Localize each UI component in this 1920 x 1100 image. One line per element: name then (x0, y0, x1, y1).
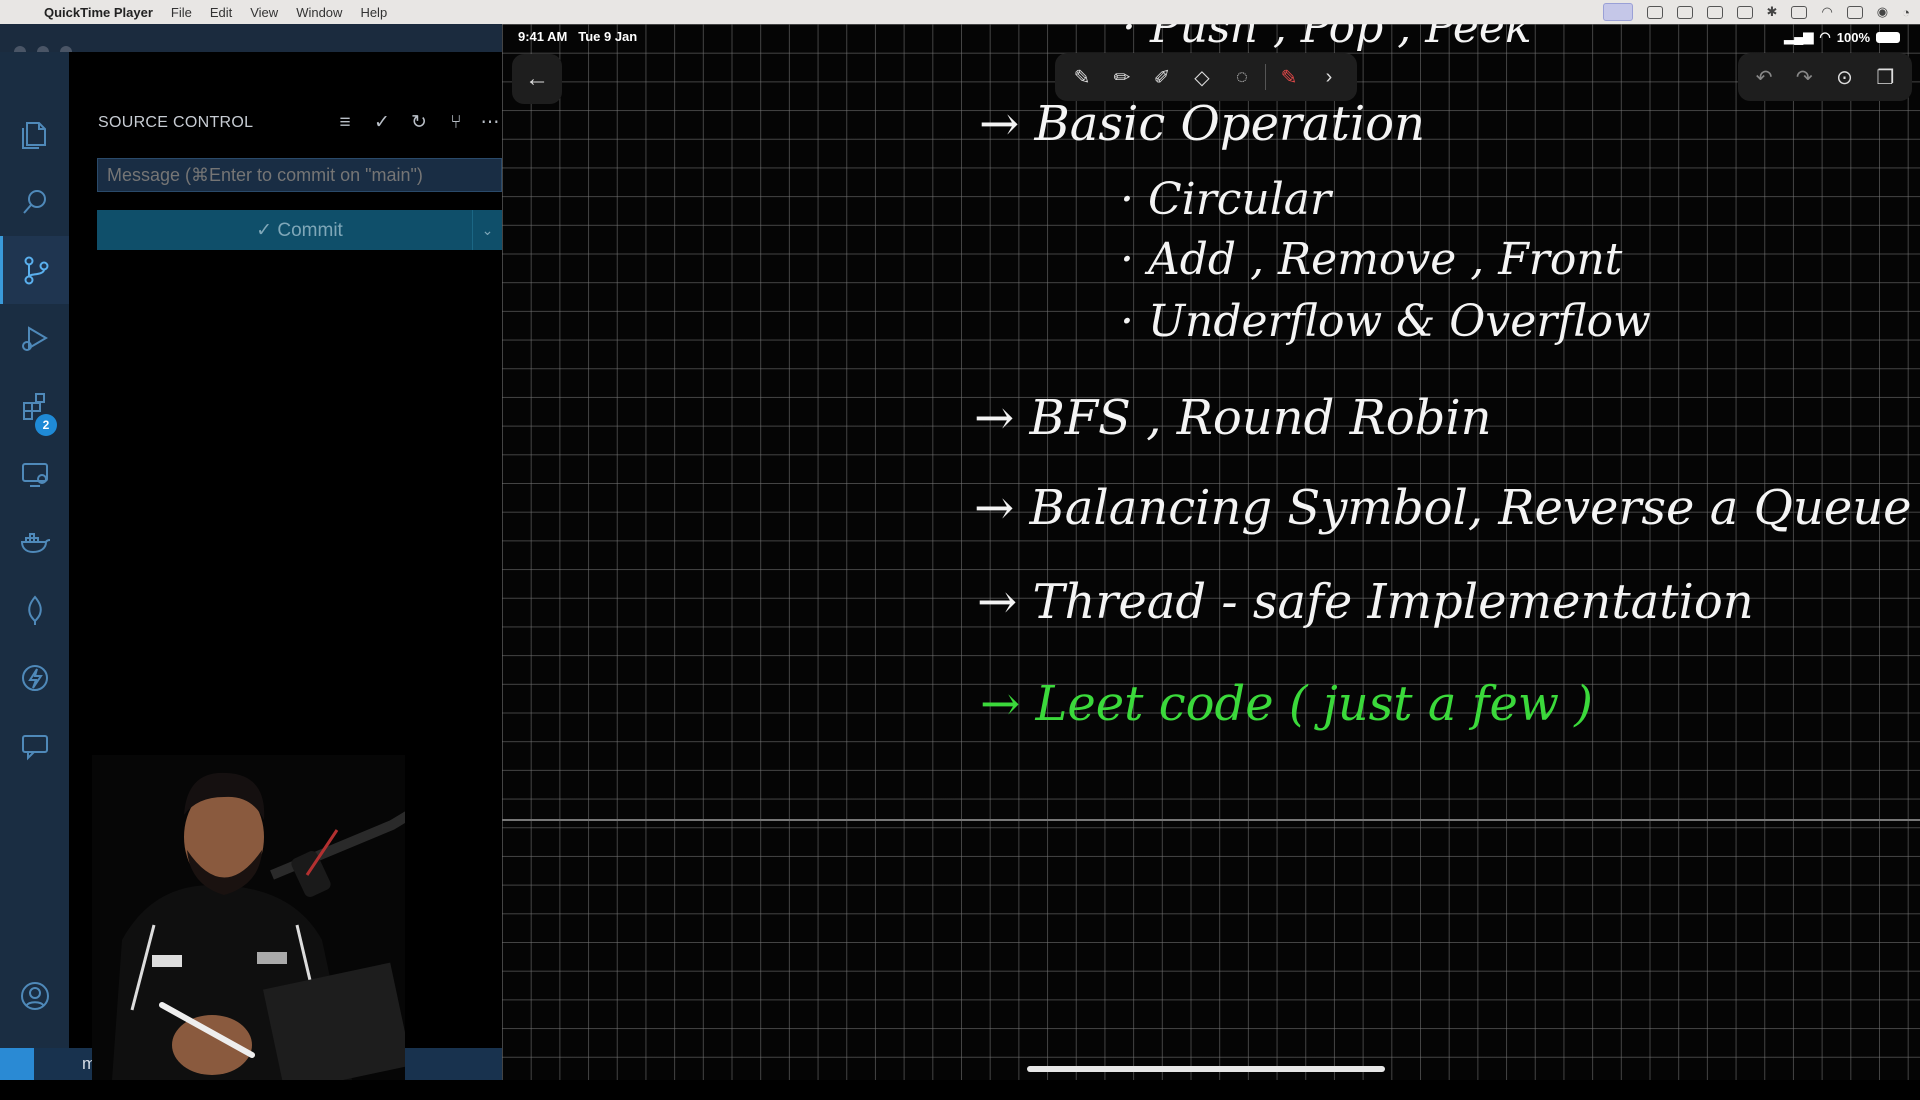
source-control-title: SOURCE CONTROL (98, 114, 254, 131)
graph-icon[interactable]: ⑂ (443, 110, 469, 136)
pen-icon[interactable]: ✎ (1065, 60, 1099, 94)
remote-indicator-icon[interactable] (0, 1048, 34, 1080)
run-debug-icon[interactable] (0, 304, 69, 372)
back-arrow-icon: ← (525, 65, 549, 92)
comments-icon[interactable] (0, 712, 69, 780)
back-button[interactable]: ← (512, 54, 562, 104)
ipad-time: 9:41 AM (518, 29, 568, 44)
laser-pointer-icon[interactable]: ✎ (1272, 60, 1306, 94)
commit-button-label: ✓ Commit (256, 219, 343, 241)
wifi-icon[interactable]: ◠ (1821, 4, 1832, 20)
remote-explorer-icon[interactable] (0, 440, 69, 508)
account-icon[interactable] (0, 962, 69, 1030)
toolbar-divider (1265, 64, 1266, 90)
commit-check-icon[interactable]: ✓ (369, 110, 395, 136)
note-line: · Push , Pop , Peek (1122, 24, 1532, 53)
pages-icon[interactable]: ❐ (1876, 65, 1894, 90)
more-options-icon[interactable]: ⊙ (1836, 65, 1853, 90)
app-menu-name[interactable]: QuickTime Player (44, 5, 153, 20)
redo-icon[interactable]: ↷ (1796, 65, 1813, 90)
battery-icon (1876, 31, 1900, 43)
note-line: · Add , Remove , Front (1120, 234, 1623, 285)
siri-icon[interactable]: ◉ (1877, 4, 1888, 20)
bluetooth-icon[interactable]: ✱ (1767, 4, 1778, 20)
docker-icon[interactable] (0, 508, 69, 576)
mongodb-icon[interactable] (0, 576, 69, 644)
menu-window[interactable]: Window (296, 5, 342, 20)
presenter-image (92, 755, 405, 1080)
refresh-icon[interactable]: ↻ (406, 110, 432, 136)
note-line: → BFS , Round Robin (974, 390, 1492, 446)
home-indicator[interactable] (1027, 1066, 1385, 1072)
note-line: · Underflow & Overflow (1120, 296, 1651, 347)
commit-message-input[interactable] (97, 158, 502, 192)
note-line: · Circular (1120, 174, 1332, 225)
battery-percent: 100% (1836, 29, 1870, 45)
undo-icon[interactable]: ↶ (1756, 65, 1773, 90)
lasso-icon[interactable]: ◌ (1225, 60, 1259, 94)
view-as-tree-icon[interactable]: ≡ (332, 110, 358, 136)
menu-edit[interactable]: Edit (210, 5, 232, 20)
note-line: → Balancing Symbol, Reverse a Queue (974, 480, 1912, 536)
menu-help[interactable]: Help (360, 5, 387, 20)
menu-bar-status-area: ✱ ◠ ◉ ◔ (1602, 0, 1910, 24)
eraser-icon[interactable]: ◇ (1185, 60, 1219, 94)
commit-dropdown-chevron-icon[interactable]: ⌄ (472, 210, 502, 250)
document-toolbar: ↶ ↷ ⊙ ❐ (1738, 53, 1912, 101)
extensions-icon[interactable] (0, 372, 69, 440)
source-control-icon[interactable] (0, 236, 69, 304)
vscode-titlebar (0, 24, 502, 52)
thunder-client-icon[interactable] (0, 644, 69, 712)
status-item-icon[interactable] (1706, 5, 1723, 19)
clock-icon[interactable]: ◔ (1902, 5, 1910, 20)
status-item-icon[interactable] (1736, 5, 1753, 19)
wifi-icon: ◠ (1819, 29, 1831, 44)
presenter-webcam (92, 755, 405, 1080)
more-actions-icon[interactable]: ⋯ (477, 110, 503, 136)
note-line: → Basic Operation (979, 96, 1425, 152)
ipad-date: Tue 9 Jan (578, 29, 638, 44)
chevron-right-icon[interactable]: › (1312, 60, 1346, 94)
search-icon[interactable] (0, 168, 69, 236)
note-line: → Thread - safe Implementation (977, 574, 1754, 630)
note-line-highlighted: → Leet code ( just a few ) (980, 676, 1593, 732)
status-item-icon[interactable] (1646, 5, 1663, 19)
activity-bar: 2 1 (0, 52, 69, 1080)
commit-button[interactable]: ✓ Commit ⌄ (97, 210, 502, 250)
status-item-icon[interactable] (1676, 5, 1693, 19)
ipad-status-bar: 9:41 AM Tue 9 Jan (518, 29, 637, 44)
cellular-icon: ▂▄▆ (1784, 29, 1814, 44)
ipad-notes-screen: 9:41 AM Tue 9 Jan ▂▄▆ ◠ 100% ← ✎ ✏ ✐ ◇ ◌… (502, 24, 1920, 1080)
screen-share-icon[interactable] (1602, 3, 1633, 21)
pencil-icon[interactable]: ✏ (1105, 60, 1139, 94)
display-icon[interactable] (1791, 5, 1808, 19)
highlighter-icon[interactable]: ✐ (1145, 60, 1179, 94)
menu-bar: QuickTime Player File Edit View Window H… (0, 0, 1920, 24)
extensions-badge: 2 (35, 414, 57, 436)
menu-file[interactable]: File (171, 5, 192, 20)
control-center-icon[interactable] (1846, 5, 1863, 19)
explorer-icon[interactable] (0, 100, 69, 168)
ipad-status-right: ▂▄▆ ◠ 100% (1784, 29, 1900, 45)
menu-view[interactable]: View (250, 5, 278, 20)
pen-toolbar: ✎ ✏ ✐ ◇ ◌ ✎ › (1055, 53, 1357, 101)
page-separator (502, 819, 1920, 821)
